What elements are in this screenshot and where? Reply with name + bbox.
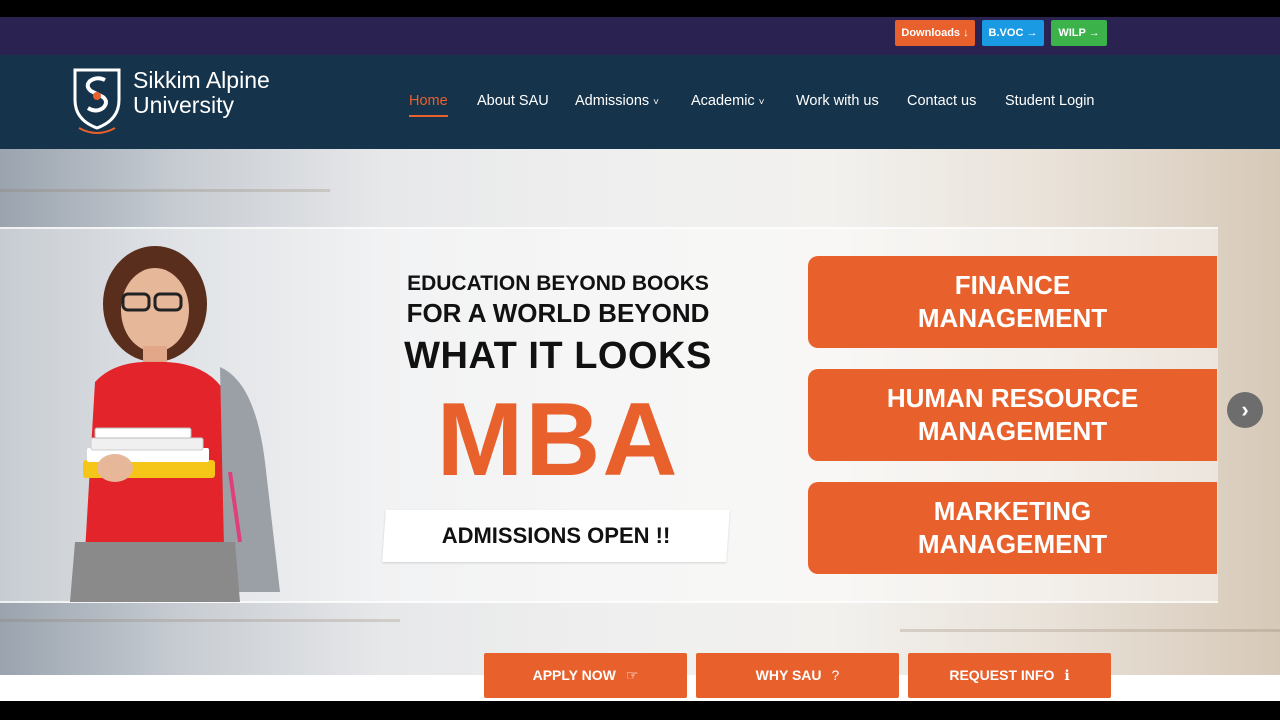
brand-line-2: University	[133, 92, 234, 118]
program-card-finance: FINANCE MANAGEMENT	[808, 256, 1217, 348]
student-image	[70, 246, 280, 602]
university-logo[interactable]	[71, 66, 123, 136]
top-utility-bar: Downloads ↓ B.VOC → WILP →	[0, 17, 1280, 55]
why-sau-button[interactable]: WHY SAU?	[696, 653, 899, 698]
hero-headline-1: EDUCATION BEYOND BOOKS	[407, 272, 709, 295]
apply-now-button[interactable]: APPLY NOW ☞	[484, 653, 687, 698]
background-shelf	[0, 189, 330, 192]
program-line: MANAGEMENT	[917, 529, 1108, 559]
hero-mba-title: MBA	[436, 382, 680, 498]
hero-slider: EDUCATION BEYOND BOOKS FOR A WORLD BEYON…	[0, 149, 1280, 675]
nav-about-sau[interactable]: About SAU	[477, 93, 549, 109]
hero-headline-2: FOR A WORLD BEYOND	[406, 298, 710, 328]
program-line: MANAGEMENT	[917, 303, 1108, 333]
nav-home[interactable]: Home	[409, 93, 448, 109]
downloads-button[interactable]: Downloads ↓	[895, 20, 975, 46]
active-indicator	[409, 115, 448, 117]
main-navbar: Sikkim Alpine University Home About SAU …	[0, 55, 1280, 149]
admissions-open-label: ADMISSIONS OPEN !!	[441, 523, 671, 548]
why-sau-label: WHY SAU	[755, 667, 822, 683]
nav-academic[interactable]: Academic ˅	[691, 93, 765, 109]
question-icon: ?	[831, 667, 840, 683]
program-card-marketing: MARKETING MANAGEMENT	[808, 482, 1217, 574]
request-info-label: REQUEST INFO	[949, 667, 1055, 683]
admissions-open-tag: ADMISSIONS OPEN !!	[382, 510, 730, 562]
program-line: MANAGEMENT	[917, 416, 1108, 446]
brand-line-1: Sikkim Alpine	[133, 67, 270, 93]
next-slide-arrow-icon[interactable]: ›	[1227, 392, 1263, 428]
chevron-down-icon: ˅	[758, 97, 765, 108]
program-line: HUMAN RESOURCE	[886, 383, 1139, 413]
program-card-hr: HUMAN RESOURCE MANAGEMENT	[808, 369, 1217, 461]
bvoc-button[interactable]: B.VOC →	[982, 20, 1044, 46]
request-info-button[interactable]: REQUEST INFO ℹ	[908, 653, 1111, 698]
brand-name[interactable]: Sikkim Alpine University	[133, 68, 270, 118]
nav-student-login[interactable]: Student Login	[1005, 93, 1095, 109]
info-icon: ℹ	[1064, 667, 1070, 683]
program-line: FINANCE	[954, 270, 1071, 300]
thumbs-up-icon: ☞	[625, 667, 639, 683]
nav-academic-label: Academic	[691, 93, 755, 109]
nav-admissions[interactable]: Admissions ˅	[575, 93, 659, 109]
nav-admissions-label: Admissions	[575, 93, 650, 109]
background-shelf	[0, 619, 400, 622]
nav-contact-us[interactable]: Contact us	[907, 93, 976, 109]
program-line: MARKETING	[933, 496, 1092, 526]
wilp-button[interactable]: WILP →	[1051, 20, 1107, 46]
nav-work-with-us[interactable]: Work with us	[796, 93, 879, 109]
chevron-down-icon: ˅	[653, 97, 659, 108]
hero-headline-3: WHAT IT LOOKS	[404, 335, 712, 377]
apply-now-label: APPLY NOW	[532, 667, 616, 683]
background-shelf	[900, 629, 1280, 632]
